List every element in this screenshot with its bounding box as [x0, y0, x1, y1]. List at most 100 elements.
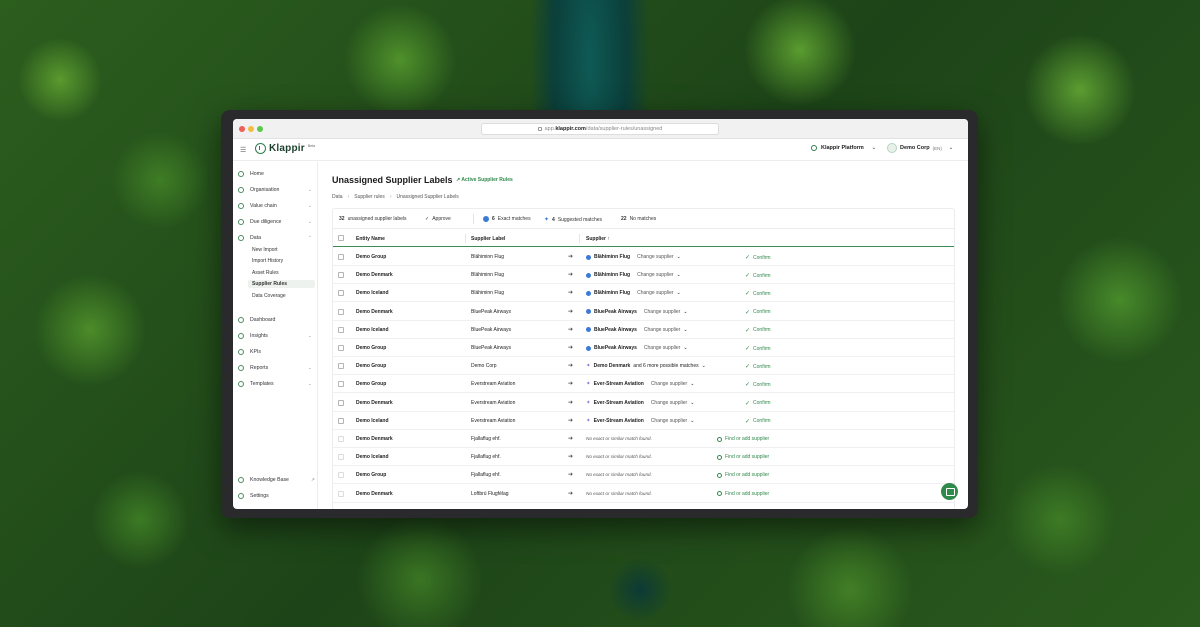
- row-checkbox[interactable]: [338, 399, 344, 406]
- confirm-label: Confirm: [753, 254, 771, 261]
- confirm-button[interactable]: ✓ Confirm: [745, 363, 771, 371]
- chat-support-button[interactable]: [941, 483, 958, 500]
- chevron-down-icon: ⌄: [676, 290, 681, 297]
- active-supplier-rules-link[interactable]: ↗ Active Supplier Rules: [456, 177, 513, 183]
- sidebar-item-settings[interactable]: Settings: [238, 491, 269, 500]
- supplier-name: Ever-Stream Aviation: [593, 399, 644, 406]
- confirm-button[interactable]: ✓ Confirm: [745, 290, 771, 298]
- browser-chrome: app.klappir.com/data/supplier-rules/unas…: [233, 119, 968, 139]
- check-icon: ✓: [745, 382, 751, 389]
- filter-suggested-matches[interactable]: ✦ 4 Suggested matches: [544, 216, 603, 224]
- change-supplier-dropdown[interactable]: Change supplier: [651, 381, 687, 387]
- header-supplier[interactable]: Supplier ↑: [586, 236, 610, 242]
- change-supplier-dropdown[interactable]: Change supplier: [644, 309, 680, 315]
- collapse-sidebar-icon[interactable]: ☰: [240, 146, 246, 154]
- confirm-button[interactable]: ✓ Confirm: [745, 418, 771, 425]
- sidebar-item-knowledge-base[interactable]: Knowledge Base ↗: [238, 475, 315, 484]
- sidebar-item-dashboard[interactable]: Dashboard: [238, 315, 275, 324]
- sidebar-sub-supplier-rules[interactable]: Supplier Rules: [248, 280, 315, 288]
- sidebar-item-insights[interactable]: Insights ⌄: [238, 331, 312, 340]
- row-checkbox[interactable]: [338, 436, 344, 442]
- filter-no-matches[interactable]: 22 No matches: [621, 216, 656, 222]
- close-window-icon[interactable]: [239, 126, 245, 132]
- row-checkbox[interactable]: [338, 472, 344, 479]
- row-checkbox[interactable]: [338, 326, 344, 333]
- matched-supplier: Blähiminn Flug Change supplier ⌄: [586, 290, 681, 296]
- platform-switcher[interactable]: Klappir Platform ⌄: [811, 145, 876, 151]
- row-checkbox[interactable]: [338, 308, 344, 315]
- confirm-button[interactable]: ✓ Confirm: [745, 400, 771, 407]
- find-or-add-supplier-button[interactable]: Find or add supplier: [717, 454, 769, 460]
- find-or-add-supplier-button[interactable]: Find or add supplier: [717, 436, 769, 442]
- sidebar-item-organisation[interactable]: Organisation ⌄: [238, 185, 312, 194]
- crumb-data[interactable]: Data: [332, 194, 343, 200]
- org-switcher[interactable]: Demo Corp (EN) ⌄: [887, 143, 953, 153]
- change-supplier-dropdown[interactable]: Change supplier: [644, 345, 680, 351]
- confirm-button[interactable]: ✓ Confirm: [745, 272, 771, 280]
- header-supplier-label[interactable]: Supplier Label: [471, 236, 505, 242]
- supplier-name: Demo Denmark: [593, 363, 631, 370]
- sidebar-sub-import-history[interactable]: Import History: [252, 257, 283, 265]
- row-checkbox[interactable]: [338, 290, 344, 297]
- row-checkbox[interactable]: [338, 345, 344, 351]
- change-supplier-dropdown[interactable]: Change supplier: [637, 254, 673, 260]
- url-bar[interactable]: app.klappir.com/data/supplier-rules/unas…: [481, 123, 719, 135]
- magic-wand-icon: ✦: [544, 217, 550, 223]
- arrow-right-icon: ➔: [568, 490, 574, 497]
- column-divider: [465, 234, 466, 243]
- exact-label: Exact matches: [497, 216, 531, 222]
- sidebar-sub-new-import[interactable]: New Import: [252, 246, 278, 254]
- confirm-button[interactable]: ✓ Confirm: [745, 345, 771, 353]
- entity-name: Demo Denmark: [356, 272, 393, 279]
- chevron-down-icon: ⌄: [308, 186, 312, 192]
- sidebar-item-value-chain[interactable]: Value chain ⌄: [238, 201, 312, 210]
- crumb-supplier-rules[interactable]: Supplier rules: [354, 194, 385, 200]
- row-checkbox[interactable]: [338, 254, 344, 260]
- more-matches-text[interactable]: and 6 more possible matches: [633, 363, 698, 369]
- supplier-label: BluePeak Airways: [471, 345, 512, 351]
- change-supplier-dropdown[interactable]: Change supplier: [637, 272, 673, 278]
- change-supplier-dropdown[interactable]: Change supplier: [651, 400, 687, 406]
- supplier-name: Blähiminn Flug: [594, 272, 631, 279]
- row-checkbox[interactable]: [338, 490, 344, 497]
- magic-wand-icon: ✦: [586, 363, 591, 370]
- sidebar-item-kpis[interactable]: KPIs: [238, 347, 261, 356]
- filter-exact-matches[interactable]: 6 Exact matches: [483, 216, 531, 222]
- confirm-button[interactable]: ✓ Confirm: [745, 327, 771, 334]
- row-checkbox[interactable]: [338, 454, 344, 461]
- change-supplier-dropdown[interactable]: Change supplier: [651, 418, 687, 424]
- sidebar-sub-asset-rules[interactable]: Asset Rules: [252, 269, 279, 277]
- suggested-label: Suggested matches: [557, 216, 603, 223]
- sidebar-item-data[interactable]: Data ⌃: [238, 233, 312, 242]
- search-icon: [717, 472, 722, 478]
- row-checkbox[interactable]: [338, 381, 344, 388]
- matched-supplier: Blähiminn Flug Change supplier ⌄: [586, 254, 681, 260]
- maximize-window-icon[interactable]: [257, 126, 263, 132]
- sidebar-item-reports[interactable]: Reports ⌄: [238, 363, 312, 372]
- chevron-up-icon: ⌃: [308, 234, 312, 240]
- supplier-name: BluePeak Airways: [594, 326, 637, 333]
- minimize-window-icon[interactable]: [248, 126, 254, 132]
- change-supplier-dropdown[interactable]: Change supplier: [644, 327, 680, 333]
- find-or-add-supplier-button[interactable]: Find or add supplier: [717, 491, 769, 497]
- confirm-button[interactable]: ✓ Confirm: [745, 381, 771, 389]
- confirm-button[interactable]: ✓ Confirm: [745, 309, 771, 316]
- sidebar-item-templates[interactable]: Templates ⌄: [238, 379, 312, 388]
- confirm-button[interactable]: ✓ Confirm: [745, 254, 771, 262]
- entity-name: Demo Group: [356, 472, 387, 479]
- change-supplier-dropdown[interactable]: Change supplier: [637, 290, 673, 296]
- approve-button[interactable]: ✓ Approve: [425, 216, 451, 222]
- header-entity-name[interactable]: Entity Name: [356, 236, 385, 242]
- row-checkbox[interactable]: [338, 272, 344, 279]
- klappir-logo[interactable]: Klappir Beta: [255, 143, 315, 154]
- row-checkbox[interactable]: [338, 417, 344, 424]
- find-or-add-supplier-button[interactable]: Find or add supplier: [717, 472, 769, 478]
- sidebar-item-due-diligence[interactable]: Due diligence ⌄: [238, 217, 312, 226]
- sidebar-sub-data-coverage[interactable]: Data Coverage: [252, 292, 286, 300]
- sidebar-item-home[interactable]: Home: [238, 169, 264, 178]
- select-all-checkbox[interactable]: [338, 235, 344, 241]
- matched-supplier: Blähiminn Flug Change supplier ⌄: [586, 272, 681, 278]
- matched-supplier: ✦ Ever-Stream Aviation Change supplier ⌄: [586, 381, 694, 387]
- dashboard-icon: [238, 316, 244, 323]
- row-checkbox[interactable]: [338, 363, 344, 370]
